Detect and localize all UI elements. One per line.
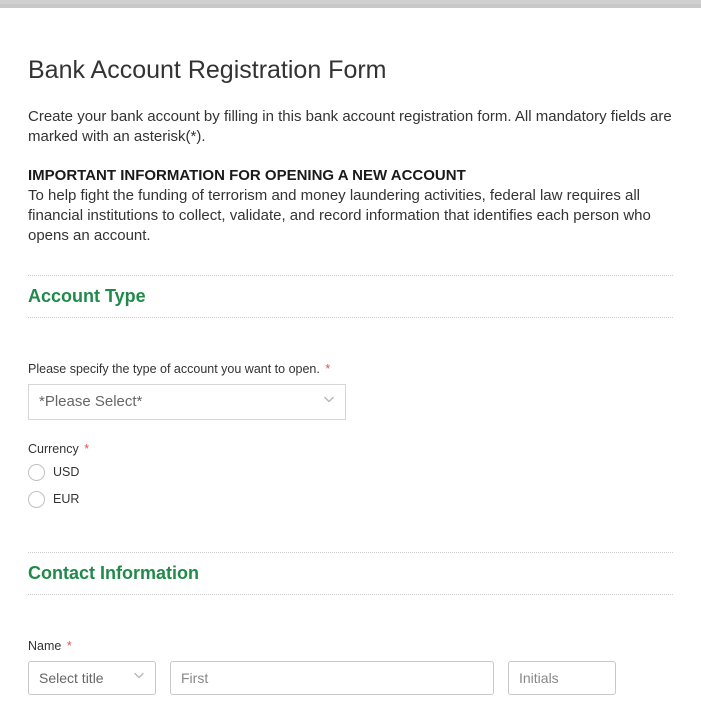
required-asterisk: * [325,362,330,376]
page-title: Bank Account Registration Form [28,56,673,85]
currency-field: Currency * USD EUR [28,442,673,508]
select-display: Select title [28,661,156,695]
section-title-account-type: Account Type [28,276,673,317]
account-type-label: Please specify the type of account you w… [28,362,673,376]
form-container: Bank Account Registration Form Create yo… [0,4,701,713]
required-asterisk: * [67,639,72,653]
label-text: Name [28,639,61,653]
required-asterisk: * [84,442,89,456]
label-text: Currency [28,442,79,456]
radio-label-usd: USD [53,465,79,479]
name-field: Name * Select title [28,639,673,695]
form-description: Create your bank account by filling in t… [28,107,673,148]
important-heading: IMPORTANT INFORMATION FOR OPENING A NEW … [28,166,673,186]
currency-label: Currency * [28,442,673,456]
name-row: Select title [28,661,673,695]
account-type-field: Please specify the type of account you w… [28,362,673,420]
name-title-select[interactable]: Select title [28,661,156,695]
radio-label-eur: EUR [53,492,79,506]
currency-radio-group: USD EUR [28,464,673,508]
radio-circle[interactable] [28,491,45,508]
section-title-contact: Contact Information [28,553,673,594]
account-type-select[interactable]: *Please Select* [28,384,346,420]
important-text: To help fight the funding of terrorism a… [28,186,673,247]
radio-item-usd[interactable]: USD [28,464,673,481]
radio-item-eur[interactable]: EUR [28,491,673,508]
first-name-input[interactable] [170,661,494,695]
select-display: *Please Select* [28,384,346,420]
initials-input[interactable] [508,661,616,695]
radio-circle[interactable] [28,464,45,481]
divider [28,317,673,318]
name-label: Name * [28,639,673,653]
divider [28,594,673,595]
label-text: Please specify the type of account you w… [28,362,320,376]
important-block: IMPORTANT INFORMATION FOR OPENING A NEW … [28,166,673,247]
